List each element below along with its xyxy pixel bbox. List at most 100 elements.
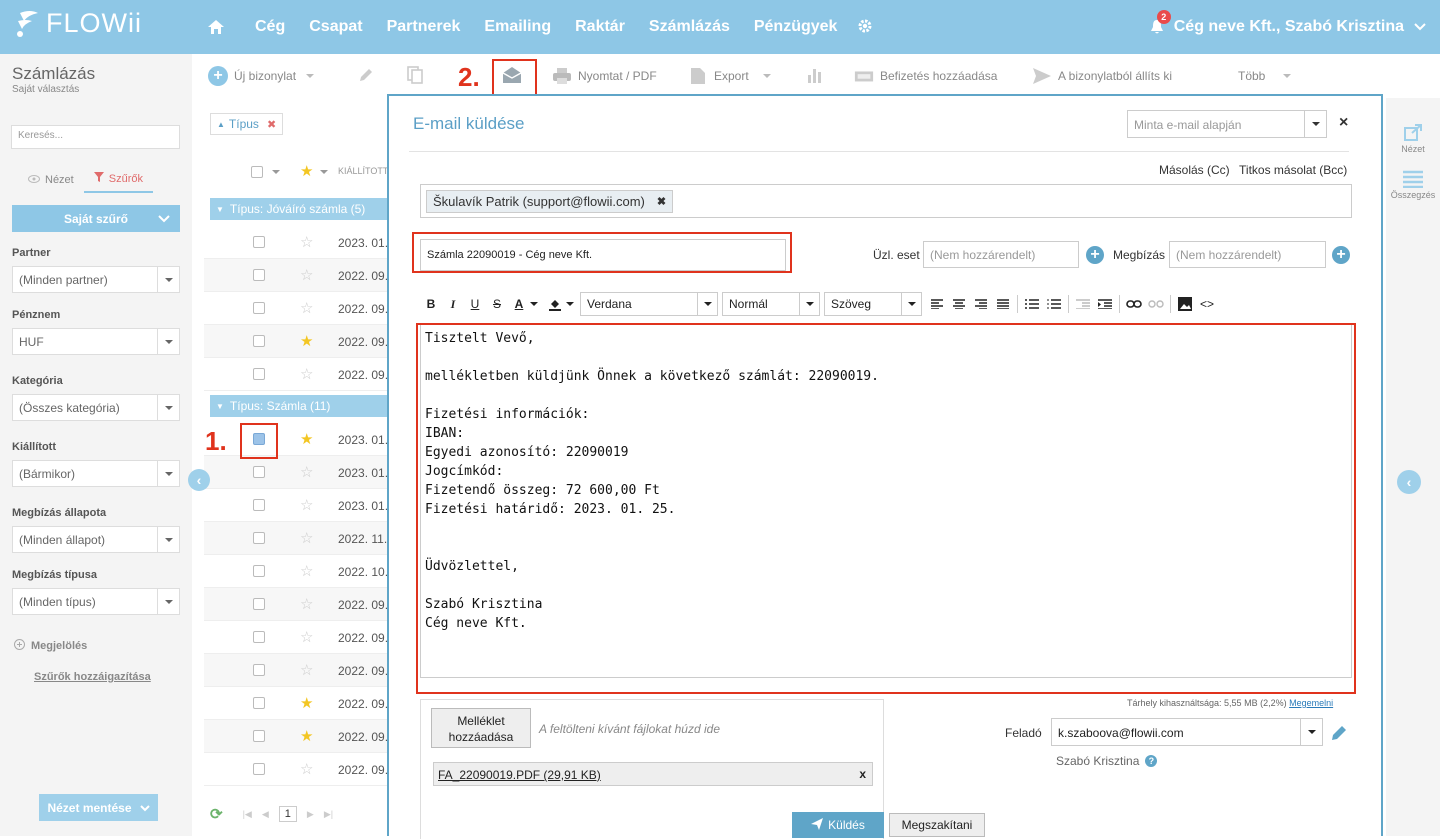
create-from-button[interactable]: A bizonylatból állíts ki bbox=[1032, 54, 1172, 98]
nav-item-team[interactable]: Csapat bbox=[309, 18, 362, 36]
recipients-field[interactable]: Škulavík Patrik (support@flowii.com) ✖ bbox=[420, 184, 1352, 218]
star-icon[interactable]: ★ bbox=[300, 432, 313, 447]
strikethrough-icon[interactable]: S bbox=[486, 293, 508, 315]
row-checkbox[interactable] bbox=[253, 565, 265, 577]
email-body-editor[interactable]: Tisztelt Vevő, mellékletben küldjünk Önn… bbox=[420, 324, 1352, 678]
collapse-left-icon[interactable]: ‹ bbox=[188, 469, 210, 491]
save-view-button[interactable]: Nézet mentése bbox=[39, 794, 158, 821]
star-icon[interactable]: ☆ bbox=[300, 301, 313, 316]
row-checkbox[interactable] bbox=[253, 433, 265, 445]
nav-item-warehouse[interactable]: Raktár bbox=[575, 18, 625, 36]
table-row[interactable]: ☆ 2022. 09. bbox=[204, 588, 390, 621]
close-icon[interactable]: × bbox=[1339, 114, 1348, 132]
table-row[interactable]: ☆ 2023. 01. bbox=[204, 489, 390, 522]
table-row[interactable]: ★ 2022. 09. bbox=[204, 687, 390, 720]
star-icon[interactable]: ★ bbox=[300, 164, 313, 179]
new-document-button[interactable]: + Új bizonylat bbox=[208, 54, 315, 98]
first-page-icon[interactable]: |◀ bbox=[243, 809, 252, 820]
from-select[interactable]: k.szaboova@flowii.com bbox=[1051, 718, 1323, 746]
logo[interactable]: FLOWii bbox=[14, 8, 142, 39]
chevron-down-icon[interactable] bbox=[530, 302, 538, 306]
column-issued[interactable]: KIÁLLÍTOTT bbox=[338, 166, 390, 176]
chevron-down-icon[interactable] bbox=[154, 205, 174, 232]
star-icon[interactable]: ★ bbox=[300, 334, 313, 349]
assign-filters-link[interactable]: Szűrők hozzáigazítása bbox=[34, 671, 151, 683]
filter-select-partner[interactable]: (Minden partner) bbox=[12, 266, 180, 293]
home-icon[interactable] bbox=[205, 17, 227, 37]
link-icon[interactable] bbox=[1123, 293, 1145, 315]
row-checkbox[interactable] bbox=[253, 664, 265, 676]
table-row[interactable]: ☆ 2022. 09. bbox=[204, 358, 390, 391]
numbered-list-icon[interactable] bbox=[1043, 293, 1065, 315]
attachment-item[interactable]: FA_22090019.PDF (29,91 KB) x bbox=[433, 762, 873, 786]
send-button[interactable]: Küldés bbox=[792, 812, 884, 838]
filter-select-order-type[interactable]: (Minden típus) bbox=[12, 588, 180, 615]
stats-button[interactable] bbox=[806, 54, 824, 98]
row-checkbox[interactable] bbox=[253, 730, 265, 742]
gear-icon[interactable] bbox=[857, 18, 873, 37]
user-menu[interactable]: 2 Cég neve Kft., Szabó Krisztina bbox=[1150, 0, 1426, 54]
star-icon[interactable]: ☆ bbox=[300, 235, 313, 250]
text-color-icon[interactable]: A bbox=[508, 293, 530, 315]
close-icon[interactable]: ✖ bbox=[267, 118, 276, 131]
row-checkbox[interactable] bbox=[253, 236, 265, 248]
star-icon[interactable]: ☆ bbox=[300, 367, 313, 382]
add-case-icon[interactable]: + bbox=[1086, 246, 1104, 264]
table-row[interactable]: ☆ 2022. 09. bbox=[204, 292, 390, 325]
italic-icon[interactable]: I bbox=[442, 293, 464, 315]
attachment-name[interactable]: FA_22090019.PDF (29,91 KB) bbox=[438, 768, 601, 782]
chevron-down-icon[interactable] bbox=[272, 170, 280, 174]
star-icon[interactable]: ★ bbox=[300, 696, 313, 711]
table-row[interactable]: ☆ 2023. 01. bbox=[204, 456, 390, 489]
collapse-right-icon[interactable]: ‹ bbox=[1397, 470, 1421, 494]
filter-chip-type[interactable]: ▲ Típus ✖ bbox=[210, 113, 284, 135]
cc-link[interactable]: Másolás (Cc) bbox=[1159, 163, 1230, 177]
nav-item-partners[interactable]: Partnerek bbox=[387, 18, 461, 36]
table-row[interactable]: ★ 2022. 09. bbox=[204, 720, 390, 753]
filter-select-order-status[interactable]: (Minden állapot) bbox=[12, 526, 180, 553]
table-row[interactable]: ☆ 2022. 11. bbox=[204, 522, 390, 555]
indent-icon[interactable] bbox=[1094, 293, 1116, 315]
chevron-down-icon[interactable] bbox=[566, 302, 574, 306]
table-row[interactable]: ☆ 2022. 09. bbox=[204, 621, 390, 654]
prev-page-icon[interactable]: ◀ bbox=[262, 809, 269, 820]
subject-input[interactable]: Számla 22090019 - Cég neve Kft. bbox=[420, 239, 786, 271]
bcc-link[interactable]: Titkos másolat (Bcc) bbox=[1239, 163, 1347, 177]
bold-icon[interactable]: B bbox=[420, 293, 442, 315]
table-row[interactable]: ☆ 2022. 09. bbox=[204, 753, 390, 786]
case-input[interactable]: (Nem hozzárendelt) bbox=[923, 241, 1079, 268]
row-checkbox[interactable] bbox=[253, 499, 265, 511]
nav-item-company[interactable]: Cég bbox=[255, 18, 285, 36]
row-checkbox[interactable] bbox=[253, 466, 265, 478]
row-checkbox[interactable] bbox=[253, 368, 265, 380]
export-button[interactable]: Export bbox=[688, 54, 771, 98]
last-page-icon[interactable]: ▶| bbox=[324, 809, 333, 820]
tab-filters[interactable]: Szűrők bbox=[83, 170, 153, 193]
bullet-list-icon[interactable] bbox=[1021, 293, 1043, 315]
edit-sender-icon[interactable] bbox=[1329, 723, 1349, 746]
filter-select-issued[interactable]: (Bármikor) bbox=[12, 460, 180, 487]
table-row[interactable]: ☆ 2023. 01. bbox=[204, 226, 390, 259]
star-icon[interactable]: ☆ bbox=[300, 465, 313, 480]
chevron-down-icon[interactable] bbox=[320, 170, 328, 174]
row-checkbox[interactable] bbox=[253, 302, 265, 314]
row-checkbox[interactable] bbox=[253, 335, 265, 347]
nav-item-emailing[interactable]: Emailing bbox=[484, 18, 551, 36]
row-checkbox[interactable] bbox=[253, 763, 265, 775]
summary-toggle[interactable]: Összegzés bbox=[1386, 170, 1440, 200]
send-email-button[interactable] bbox=[501, 54, 523, 98]
align-left-icon[interactable] bbox=[926, 293, 948, 315]
star-icon[interactable]: ★ bbox=[300, 729, 313, 744]
table-row[interactable]: ☆ 2022. 10. bbox=[204, 555, 390, 588]
print-pdf-button[interactable]: Nyomtat / PDF bbox=[552, 54, 657, 98]
row-checkbox[interactable] bbox=[253, 697, 265, 709]
star-icon[interactable]: ☆ bbox=[300, 597, 313, 612]
star-icon[interactable]: ☆ bbox=[300, 268, 313, 283]
increase-quota-link[interactable]: Megemelni bbox=[1289, 698, 1333, 708]
star-icon[interactable]: ☆ bbox=[300, 531, 313, 546]
unlink-icon[interactable] bbox=[1145, 293, 1167, 315]
close-icon[interactable]: x bbox=[859, 767, 866, 781]
nav-item-finance[interactable]: Pénzügyek bbox=[754, 18, 838, 36]
star-icon[interactable]: ☆ bbox=[300, 564, 313, 579]
underline-icon[interactable]: U bbox=[464, 293, 486, 315]
